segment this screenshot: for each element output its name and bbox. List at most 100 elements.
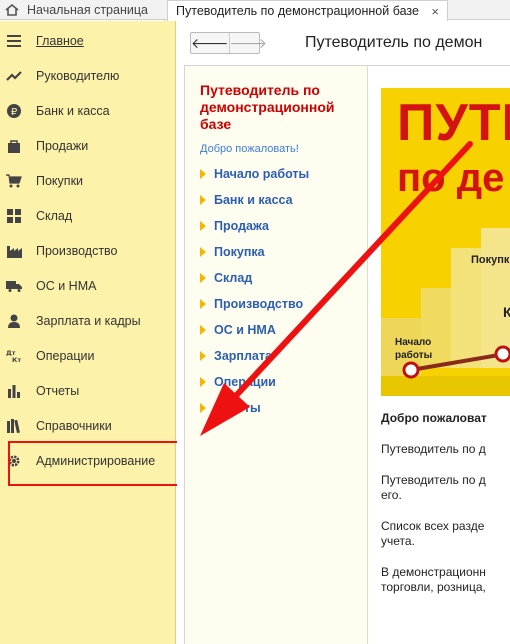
nav-buttons: 🡐 🡒: [190, 32, 267, 54]
sidebar-item-purchases[interactable]: Покупки: [0, 163, 176, 198]
sidebar-item-sales[interactable]: Продажи: [0, 128, 176, 163]
person-icon: [6, 313, 22, 329]
sidebar-item-warehouse[interactable]: Склад: [0, 198, 176, 233]
poster-title-line1: ПУТЕ: [397, 94, 510, 152]
sidebar-item-label: Покупки: [36, 173, 84, 188]
forward-arrow-icon[interactable]: 🡒: [228, 33, 267, 53]
doc-paragraph: Путеводитель по д: [381, 442, 486, 456]
guide-item[interactable]: ОС и НМА: [200, 322, 276, 338]
guide-item-label: Склад: [214, 271, 253, 285]
guide-document: Добро пожаловат Путеводитель по д Путево…: [381, 411, 510, 595]
tab-home-label: Начальная страница: [27, 3, 148, 17]
sidebar-item-assets[interactable]: ОС и НМА: [0, 268, 176, 303]
guide-poster: ПУТЕ по де Покупк К Начало работы: [381, 88, 510, 396]
sidebar-item-payroll[interactable]: Зарплата и кадры: [0, 303, 176, 338]
sidebar-item-label: Производство: [36, 243, 118, 258]
dt-kt-icon: Дт Кт: [6, 348, 22, 364]
guide-title: Путеводитель по демонстрационной базе: [200, 82, 335, 132]
guide-item-label: Операции: [214, 375, 276, 389]
sidebar-item-references[interactable]: Справочники: [0, 408, 176, 443]
close-icon[interactable]: ×: [431, 4, 439, 19]
sidebar-item-director[interactable]: Руководителю: [0, 58, 176, 93]
tab-home[interactable]: Начальная страница: [0, 0, 165, 20]
sidebar-item-label: Банк и касса: [36, 103, 110, 118]
sidebar-item-label: Главное: [36, 33, 84, 48]
svg-text:Кт: Кт: [12, 356, 21, 363]
sidebar-item-label: Руководителю: [36, 68, 120, 83]
poster-title-line2: по де: [397, 156, 505, 200]
tab-guide[interactable]: Путеводитель по демонстрационной базе ×: [167, 0, 448, 21]
doc-paragraph: торговли, розница,: [381, 580, 486, 594]
bullet-icon: [200, 377, 206, 387]
poster-label-start: Начало работы: [395, 337, 433, 361]
doc-paragraph: Список всех разде: [381, 519, 485, 533]
guide-sidebar: Путеводитель по демонстрационной базе До…: [185, 66, 368, 644]
poster-label-k: К: [503, 304, 510, 320]
content-frame: Путеводитель по демонстрационной базе До…: [184, 65, 510, 644]
svg-text:₽: ₽: [11, 107, 18, 118]
bullet-icon: [200, 195, 206, 205]
guide-item[interactable]: Производство: [200, 296, 303, 312]
sidebar-item-main[interactable]: Главное: [0, 23, 176, 58]
doc-paragraph: учета.: [381, 534, 415, 548]
guide-item-label: Покупка: [214, 245, 265, 259]
bullet-icon: [200, 403, 206, 413]
bullet-icon: [200, 325, 206, 335]
books-icon: [6, 418, 22, 434]
sidebar-item-label: Зарплата и кадры: [36, 313, 141, 328]
bullet-icon: [200, 273, 206, 283]
ruble-icon: ₽: [6, 103, 22, 119]
menu-icon: [6, 33, 22, 49]
guide-item-label: ОС и НМА: [214, 323, 276, 337]
guide-item[interactable]: Отчеты: [200, 400, 261, 416]
guide-item-label: Отчеты: [214, 401, 261, 415]
back-arrow-icon[interactable]: 🡐: [191, 33, 229, 53]
bullet-icon: [200, 299, 206, 309]
guide-item[interactable]: Начало работы: [200, 166, 309, 182]
factory-icon: [6, 243, 22, 259]
page-title: Путеводитель по демон: [305, 34, 483, 51]
sidebar-item-operations[interactable]: Дт Кт Операции: [0, 338, 176, 373]
bullet-icon: [200, 247, 206, 257]
sidebar: Главное Руководителю ₽ Банк и касса Прод…: [0, 21, 176, 644]
guide-item[interactable]: Банк и касса: [200, 192, 293, 208]
guide-item[interactable]: Продажа: [200, 218, 269, 234]
sidebar-item-label: Продажи: [36, 138, 89, 153]
sidebar-item-label: Справочники: [36, 418, 112, 433]
bar-chart-icon: [6, 383, 22, 399]
tab-guide-label: Путеводитель по демонстрационной базе: [176, 4, 419, 18]
guide-item-label: Продажа: [214, 219, 269, 233]
guide-item[interactable]: Покупка: [200, 244, 265, 260]
doc-paragraph: его.: [381, 488, 402, 502]
guide-item-label: Начало работы: [214, 167, 310, 181]
guide-item[interactable]: Склад: [200, 270, 252, 286]
main-area: 🡐 🡒 Путеводитель по демон Путеводитель п…: [177, 21, 510, 644]
warehouse-icon: [6, 208, 22, 224]
guide-item-label: Банк и касса: [214, 193, 293, 207]
sidebar-item-label: Склад: [36, 208, 73, 223]
sidebar-item-label: ОС и НМА: [36, 278, 97, 293]
sidebar-item-reports[interactable]: Отчеты: [0, 373, 176, 408]
tab-bar: Начальная страница Путеводитель по демон…: [0, 0, 510, 21]
home-icon: [5, 4, 19, 16]
guide-item[interactable]: Операции: [200, 374, 276, 390]
sidebar-item-production[interactable]: Производство: [0, 233, 176, 268]
bullet-icon: [200, 221, 206, 231]
doc-paragraph: Путеводитель по д: [381, 473, 486, 487]
sidebar-item-label: Операции: [36, 348, 95, 363]
highlight-box: [8, 441, 179, 486]
trend-icon: [6, 68, 22, 84]
doc-paragraph: В демонстрационн: [381, 565, 486, 579]
doc-heading: Добро пожаловат: [381, 411, 487, 425]
poster-label-purchase: Покупк: [471, 254, 510, 266]
sidebar-item-label: Отчеты: [36, 383, 80, 398]
bullet-icon: [200, 169, 206, 179]
bag-icon: [6, 138, 22, 154]
sidebar-item-bank[interactable]: ₽ Банк и касса: [0, 93, 176, 128]
guide-item[interactable]: Зарплата: [200, 348, 272, 364]
guide-item-label: Зарплата: [214, 349, 272, 363]
guide-item-label: Производство: [214, 297, 304, 311]
guide-welcome-link[interactable]: Добро пожаловать!: [200, 143, 299, 155]
cart-icon: [6, 173, 22, 189]
truck-icon: [6, 278, 22, 294]
